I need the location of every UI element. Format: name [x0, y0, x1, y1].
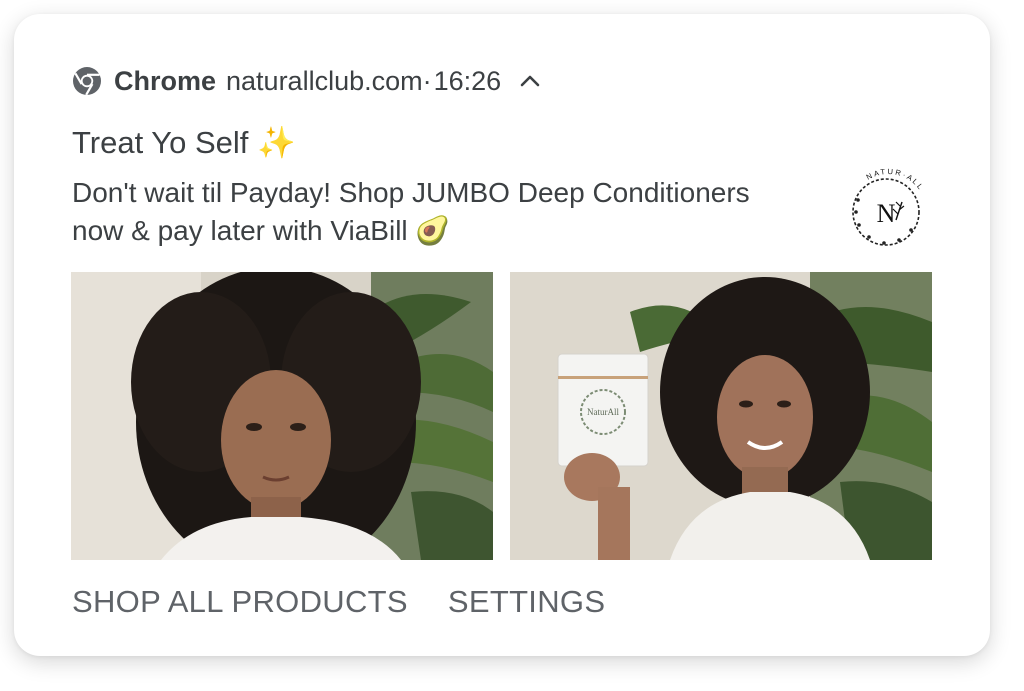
notification-card[interactable]: Chrome naturallclub.com· 16:26 Treat Yo … — [14, 14, 990, 656]
notification-actions: SHOP ALL PRODUCTS SETTINGS — [72, 584, 605, 620]
shop-all-products-button[interactable]: SHOP ALL PRODUCTS — [72, 584, 408, 620]
notification-image-2[interactable]: NaturAll — [510, 272, 932, 560]
svg-text:NATUR·ALL: NATUR·ALL — [865, 167, 926, 193]
product-label: NaturAll — [587, 407, 619, 417]
naturall-logo: N NATUR·ALL — [852, 167, 926, 246]
notification-body: Don't wait til Payday! Shop JUMBO Deep C… — [72, 177, 750, 246]
chevron-up-icon[interactable] — [519, 70, 541, 92]
photo-woman-portrait-icon — [71, 272, 493, 560]
notification-time: 16:26 — [433, 65, 502, 96]
notification-header: Chrome naturallclub.com· 16:26 — [72, 64, 541, 98]
app-name: Chrome — [114, 65, 217, 96]
settings-button[interactable]: SETTINGS — [448, 584, 605, 620]
notification-image-1[interactable] — [71, 272, 493, 560]
notification-title: Treat Yo Self ✨ — [72, 125, 296, 160]
notification-domain: naturallclub.com· — [226, 65, 432, 96]
logo-ring-text: NATUR·ALL — [865, 167, 924, 193]
chrome-icon — [73, 67, 101, 96]
logo-letter: N — [877, 199, 896, 228]
photo-woman-holding-product-icon: NaturAll — [510, 272, 932, 560]
